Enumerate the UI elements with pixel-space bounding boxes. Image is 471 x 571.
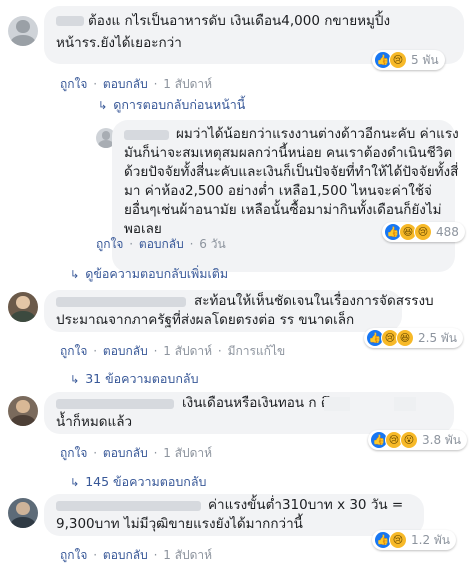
reply-arrow-icon: ↳ [70,267,80,281]
comment-text-line: ผมว่าได้น้อยกว่าแรงงานต่างด้าวอีกนะคับ ค… [176,126,459,142]
avatar-head [16,502,30,516]
comment-text-line: มันก็น่าจะสมเหตุสมผลกว่านี้หน่อย คนเราต้… [124,145,453,161]
comment-actions: ถูกใจ · ตอบกลับ · 6 วัน [96,235,228,254]
avatar[interactable] [8,292,38,322]
haha-icon: 😆 [396,329,414,347]
separator: · [217,344,222,358]
like-link[interactable]: ถูกใจ [60,344,87,358]
reaction-summary[interactable]: 👍 😢 1.2 พัน [372,530,457,550]
separator: · [93,77,98,91]
timestamp[interactable]: 6 วัน [199,237,225,251]
edited-label[interactable]: มีการแก้ไข [228,344,286,358]
reaction-summary[interactable]: 👍 😢 5 พัน [372,50,445,70]
wow-icon: 😮 [400,431,418,449]
reply-link[interactable]: ตอบกลับ [139,237,184,251]
comment-actions: ถูกใจ · ตอบกลับ · 1 สัปดาห์ [60,75,214,94]
view-replies-145[interactable]: ↳ 145 ข้อความตอบกลับ [70,472,206,492]
timestamp[interactable]: 1 สัปดาห์ [163,77,212,91]
timestamp[interactable]: 1 สัปดาห์ [163,446,212,460]
replies-count-label: 145 ข้อความตอบกลับ [85,474,207,489]
comment-actions: ถูกใจ · ตอบกลับ · 1 สัปดาห์ · มีการแก้ไข [60,342,287,361]
reply-arrow-icon: ↳ [98,98,108,112]
avatar-body [10,516,36,528]
reaction-count: 488 [436,225,459,239]
avatar-head [16,400,30,414]
separator: · [153,77,158,91]
reaction-summary[interactable]: 👍 😢 😮 3.8 พัน [368,430,468,450]
comment-text-line: หน้ารร.ยังได้เยอะกว่า [56,35,182,51]
comment-text-line: ต้องแ กไรเป็นอาหารดับ เงินเดือน4,000 กขา… [88,13,391,29]
commenter-name[interactable] [56,501,201,511]
separator: · [153,446,158,460]
like-link[interactable]: ถูกใจ [60,548,87,562]
view-more-replies[interactable]: ↳ ดูข้อความตอบกลับเพิ่มเติม [70,264,228,284]
timestamp[interactable]: 1 สัปดาห์ [163,344,212,358]
comment-text-line: ประมาณจากภาครัฐที่ส่งผลโดยตรงต่อ รร ขนาด… [56,312,355,328]
sad-icon: 😢 [414,223,432,241]
separator: · [153,548,158,562]
comment-text-line: ยอื่นๆเช่นผ้าอนามัย เหลือนั้นซื้อมาม่ากิ… [124,202,442,218]
avatar-head [16,296,30,310]
separator: · [93,548,98,562]
redaction [324,397,350,411]
like-link[interactable]: ถูกใจ [60,446,87,460]
separator: · [189,237,194,251]
reply-link[interactable]: ตอบกลับ [103,548,148,562]
separator: · [93,446,98,460]
avatar-head [16,20,30,34]
view-more-replies-label: ดูข้อความตอบกลับเพิ่มเติม [85,266,229,281]
reaction-summary[interactable]: 👍 😆 😢 488 [382,222,465,242]
avatar-body [10,310,36,322]
commenter-name[interactable] [56,16,84,26]
reaction-count: 5 พัน [411,52,439,67]
comment-actions: ถูกใจ · ตอบกลับ · 1 สัปดาห์ [60,444,214,463]
commenter-name[interactable] [56,399,174,409]
avatar-body [10,414,36,426]
reaction-count: 2.5 พัน [418,330,458,345]
reply-arrow-icon: ↳ [70,372,80,386]
separator: · [153,344,158,358]
avatar-head [101,130,111,140]
like-link[interactable]: ถูกใจ [96,237,123,251]
view-previous-replies[interactable]: ↳ ดูการตอบกลับก่อนหน้านี้ [98,95,245,115]
comment-text-line: น้ำก็หมดแล้ว [56,414,133,430]
reply-link[interactable]: ตอบกลับ [103,446,148,460]
reaction-summary[interactable]: 👍 😢 😆 2.5 พัน [364,328,464,348]
avatar[interactable] [8,16,38,46]
redaction [394,397,416,411]
avatar-body [10,34,36,46]
commenter-name[interactable] [56,297,186,307]
comment-text-line: สะท้อนให้เห็นชัดเจนในเรื่องการจัดสรรงบ [194,293,434,309]
comment-bubble: สะท้อนให้เห็นชัดเจนในเรื่องการจัดสรรงบ ป… [44,290,434,332]
reply-link[interactable]: ตอบกลับ [103,344,148,358]
avatar[interactable] [8,396,38,426]
comment-text-line: ด้วยปัจจัยทั้งสี่นะคับและเงินก็เป็นปัจจั… [124,164,459,180]
sad-icon: 😢 [389,51,407,69]
commenter-name[interactable] [124,130,169,140]
replies-count-label: 31 ข้อความตอบกลับ [85,371,199,386]
comment-actions: ถูกใจ · ตอบกลับ · 1 สัปดาห์ [60,546,214,565]
view-previous-replies-label: ดูการตอบกลับก่อนหน้านี้ [113,97,246,112]
comment-bubble: เงินเดือนหรือเงินทอน ก ตึก 2 น้ำก็หมดแล้… [44,392,454,434]
view-replies-31[interactable]: ↳ 31 ข้อความตอบกลับ [70,369,199,389]
reply-arrow-icon: ↳ [70,475,80,489]
avatar[interactable] [8,498,38,528]
comment-text-line: ค่าแรงขั้นต่ำ310บาท x 30 วัน = [208,497,404,513]
reply-link[interactable]: ตอบกลับ [103,77,148,91]
sad-icon: 😢 [389,531,407,549]
comment-text-line: 9,300บาท ไม่มีวุฒิขายแรงยังได้มากกว่านี้ [56,516,303,532]
reaction-count: 1.2 พัน [411,532,451,547]
reaction-count: 3.8 พัน [422,432,462,447]
separator: · [129,237,134,251]
like-link[interactable]: ถูกใจ [60,77,87,91]
comment-bubble: ค่าแรงขั้นต่ำ310บาท x 30 วัน = 9,300บาท … [44,494,424,536]
separator: · [93,344,98,358]
comment-text-line: มา ค่าห้อง2,500 อย่างต่ำ เหลือ1,500 ไหนจ… [124,183,432,199]
timestamp[interactable]: 1 สัปดาห์ [163,548,212,562]
